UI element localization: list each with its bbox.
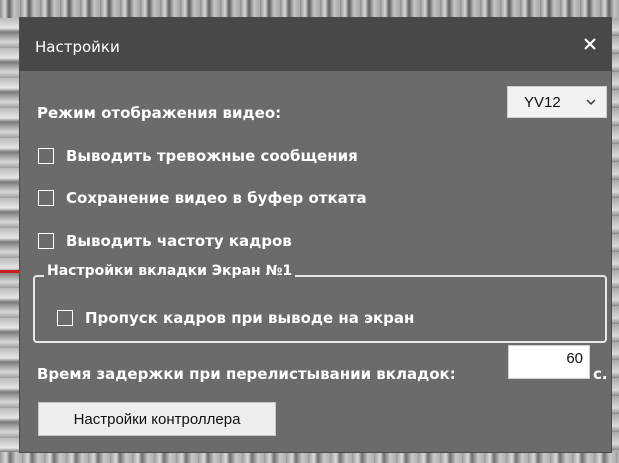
delay-value: 60 bbox=[566, 350, 583, 367]
background-left-strip bbox=[0, 18, 20, 452]
checkbox-label: Выводить частоту кадров bbox=[66, 232, 292, 250]
checkbox-box[interactable] bbox=[38, 148, 54, 164]
checkbox-box[interactable] bbox=[57, 310, 73, 326]
settings-dialog: Настройки Режим отображения видео: YV12 … bbox=[20, 18, 611, 452]
rollback-buffer-checkbox[interactable]: Сохранение видео в буфер отката bbox=[38, 189, 367, 207]
checkbox-label: Пропуск кадров при выводе на экран bbox=[85, 309, 415, 327]
chevron-down-icon bbox=[586, 99, 596, 105]
skip-frames-checkbox[interactable]: Пропуск кадров при выводе на экран bbox=[57, 309, 414, 327]
alarm-messages-checkbox[interactable]: Выводить тревожные сообщения bbox=[38, 147, 358, 165]
video-mode-value: YV12 bbox=[524, 94, 561, 111]
dialog-titlebar: Настройки bbox=[20, 18, 611, 71]
background-bottom-strip bbox=[0, 452, 619, 463]
background-top-strip bbox=[0, 0, 619, 18]
video-mode-label: Режим отображения видео: bbox=[37, 104, 282, 122]
close-button[interactable] bbox=[576, 30, 604, 58]
checkbox-box[interactable] bbox=[38, 233, 54, 249]
checkbox-label: Сохранение видео в буфер отката bbox=[66, 189, 367, 207]
video-mode-select[interactable]: YV12 bbox=[507, 86, 607, 118]
checkbox-label: Выводить тревожные сообщения bbox=[66, 147, 358, 165]
checkbox-box[interactable] bbox=[38, 190, 54, 206]
delay-input[interactable]: 60 bbox=[508, 345, 590, 379]
controller-settings-button[interactable]: Настройки контроллера bbox=[38, 402, 276, 436]
delay-label: Время задержки при перелистывании вкладо… bbox=[37, 365, 456, 383]
dialog-title: Настройки bbox=[35, 38, 120, 56]
close-icon bbox=[584, 38, 596, 50]
frame-rate-checkbox[interactable]: Выводить частоту кадров bbox=[38, 232, 292, 250]
background-right-strip bbox=[611, 18, 619, 452]
screen-settings-legend: Настройки вкладки Экран №1 bbox=[44, 263, 296, 279]
delay-unit: с. bbox=[593, 365, 608, 383]
